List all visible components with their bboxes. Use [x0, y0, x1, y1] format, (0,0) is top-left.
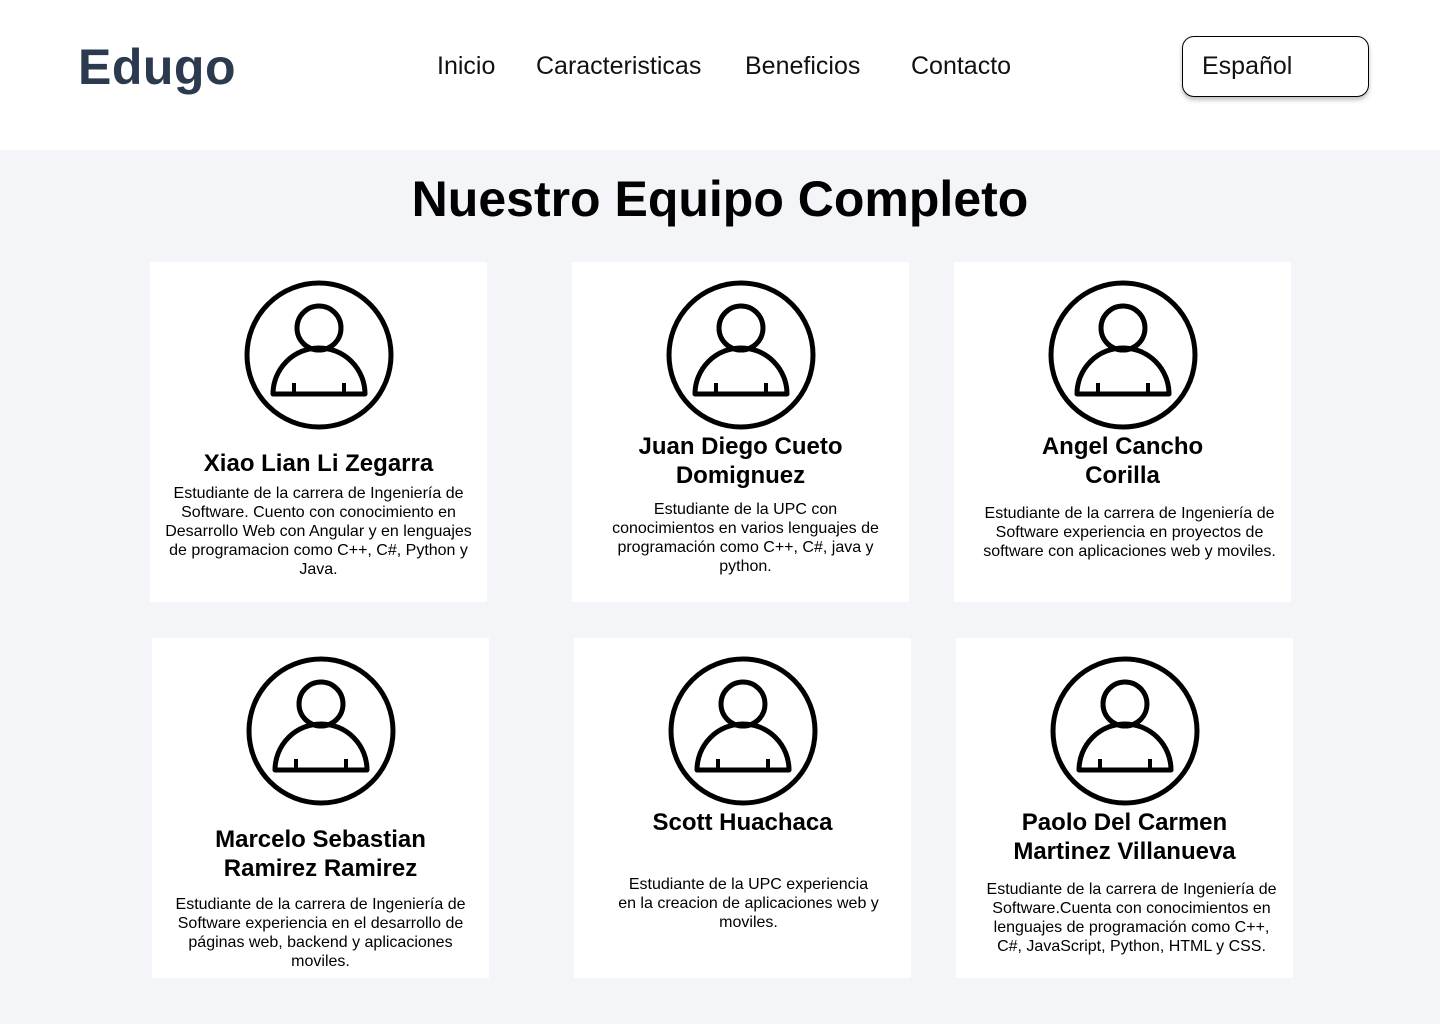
member-name: Scott Huachaca [652, 809, 833, 836]
member-name: Juan Diego Cueto Domignuez [638, 433, 843, 489]
team-section: Nuestro Equipo Completo Xiao Lian Li Zeg… [0, 150, 1440, 1024]
member-name: Angel Cancho Corilla [1041, 433, 1204, 489]
site-header: Edugo Inicio Caracteristicas Beneficios … [0, 0, 1440, 150]
user-icon [666, 280, 815, 430]
team-card: Juan Diego Cueto Domignuez Estudiante de… [572, 262, 909, 602]
member-description: Estudiante de la UPC con conocimientos e… [612, 501, 879, 575]
member-description: Estudiante de la carrera de Ingeniería d… [175, 896, 466, 970]
member-description: Estudiante de la UPC experiencia en la c… [618, 876, 879, 931]
member-name: Marcelo Sebastian Ramirez Ramirez [215, 826, 426, 882]
member-description: Estudiante de la carrera de Ingeniería d… [165, 485, 472, 578]
nav-link-beneficios[interactable]: Beneficios [745, 52, 860, 81]
section-title: Nuestro Equipo Completo [411, 171, 1029, 227]
nav-link-caracteristicas[interactable]: Caracteristicas [536, 52, 701, 81]
member-name: Paolo Del Carmen Martinez Villanueva [1013, 809, 1236, 865]
user-icon [1050, 656, 1199, 806]
user-icon [244, 280, 393, 430]
team-card: Scott Huachaca Estudiante de la UPC expe… [574, 638, 911, 978]
team-card: Paolo Del Carmen Martinez Villanueva Est… [956, 638, 1293, 978]
nav-link-inicio[interactable]: Inicio [437, 52, 495, 81]
team-card: Xiao Lian Li Zegarra Estudiante de la ca… [150, 262, 487, 602]
user-icon [668, 656, 817, 806]
nav-link-contacto[interactable]: Contacto [911, 52, 1011, 81]
team-card: Angel Cancho Corilla Estudiante de la ca… [954, 262, 1291, 602]
member-name: Xiao Lian Li Zegarra [203, 450, 434, 477]
team-card: Marcelo Sebastian Ramirez Ramirez Estudi… [152, 638, 489, 978]
logo[interactable]: Edugo [78, 38, 236, 96]
user-icon [1048, 280, 1197, 430]
user-icon [246, 656, 395, 806]
member-description: Estudiante de la carrera de Ingeniería d… [983, 505, 1276, 560]
language-selector[interactable]: Español [1182, 36, 1369, 97]
member-description: Estudiante de la carrera de Ingeniería d… [986, 881, 1277, 955]
